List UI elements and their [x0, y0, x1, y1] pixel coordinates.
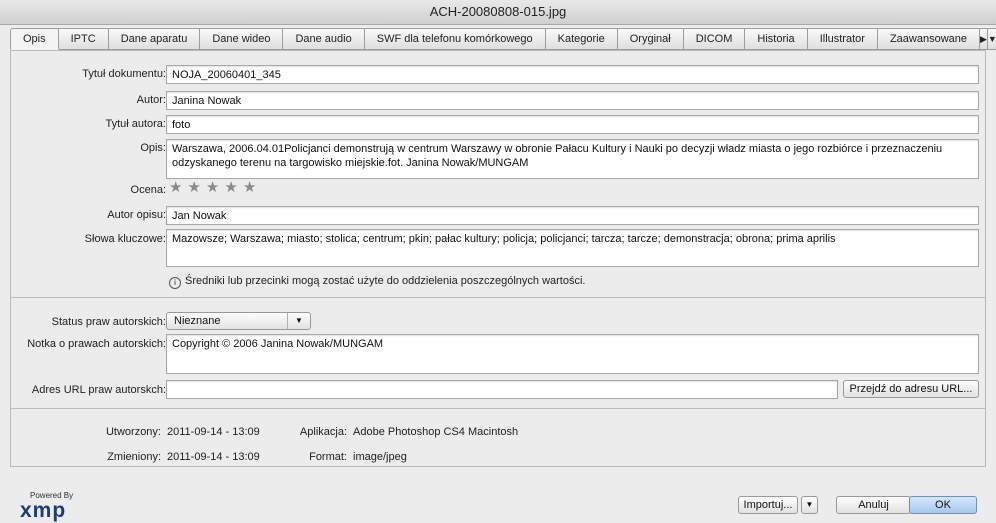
copyright-notice-label: Notka o prawach autorskich: [27, 338, 166, 350]
created-value: 2011-09-14 - 13:09 [167, 426, 260, 438]
xmp-logo: xmp [20, 499, 67, 522]
format-value: image/jpeg [353, 451, 407, 463]
tab-illustrator[interactable]: Illustrator [807, 28, 878, 50]
divider [11, 408, 985, 409]
application-label: Aplikacja: [299, 426, 347, 438]
application-value: Adobe Photoshop CS4 Macintosh [353, 426, 519, 438]
copyright-url-label: Adres URL praw autorskch: [31, 384, 166, 396]
chevron-down-icon[interactable]: ▼ [801, 496, 818, 514]
tab-zaawansowane[interactable]: Zaawansowane [877, 28, 980, 50]
star-icon[interactable]: ★ [169, 179, 187, 196]
play-right-icon[interactable]: ▶ [980, 28, 988, 50]
tab-historia[interactable]: Historia [745, 28, 808, 50]
window-title: ACH-20080808-015.jpg [0, 0, 996, 25]
tab-dicom[interactable]: DICOM [683, 28, 746, 50]
description-label: Opis: [140, 142, 166, 154]
modified-label: Zmieniony: [107, 451, 161, 463]
keywords-hint-text: Średniki lub przecinki mogą zostać użyte… [185, 275, 586, 287]
tab-iptc[interactable]: IPTC [58, 28, 109, 50]
star-icon[interactable]: ★ [206, 179, 224, 196]
tab-dane-wideo[interactable]: Dane wideo [200, 28, 284, 50]
keywords-label: Słowa kluczowe: [84, 233, 166, 245]
tab-kategorie[interactable]: Kategorie [545, 28, 618, 50]
chevron-down-icon[interactable]: ▼ [987, 28, 996, 50]
author-title-field[interactable]: foto [166, 115, 979, 134]
ok-button[interactable]: OK [909, 496, 977, 514]
file-info-dialog: ACH-20080808-015.jpg Opis IPTC Dane apar… [0, 0, 996, 523]
desc-author-label: Autor opisu: [107, 209, 166, 221]
doc-title-label: Tytuł dokumentu: [82, 68, 166, 80]
copyright-notice-field[interactable]: Copyright © 2006 Janina Nowak/MUNGAM [166, 334, 979, 374]
copyright-status-select[interactable]: Nieznane ▼ [166, 312, 311, 330]
copyright-url-field[interactable] [166, 380, 838, 399]
copyright-status-value: Nieznane [174, 315, 221, 327]
format-label: Format: [309, 451, 347, 463]
tab-dane-audio[interactable]: Dane audio [283, 28, 365, 50]
copyright-status-label: Status praw autorskich: [51, 316, 166, 328]
star-icon[interactable]: ★ [187, 179, 205, 196]
author-title-label: Tytuł autora: [105, 118, 166, 130]
tab-bar: Opis IPTC Dane aparatu Dane wideo Dane a… [10, 28, 996, 50]
star-icon[interactable]: ★ [243, 179, 261, 196]
keywords-field[interactable]: Mazowsze; Warszawa; miasto; stolica; cen… [166, 229, 979, 267]
author-label: Autor: [136, 94, 166, 106]
tab-oryginal[interactable]: Oryginał [617, 28, 684, 50]
star-icon[interactable]: ★ [224, 179, 242, 196]
description-panel: Tytuł dokumentu: NOJA_20060401_345 Autor… [10, 50, 986, 467]
rating-stars[interactable]: ★★★★★ [169, 178, 261, 196]
goto-url-button[interactable]: Przejdź do adresu URL... [843, 380, 979, 398]
description-field[interactable]: Warszawa, 2006.04.01Policjanci demonstru… [166, 139, 979, 179]
info-icon: i [169, 277, 181, 289]
modified-value: 2011-09-14 - 13:09 [167, 451, 260, 463]
chevron-down-icon: ▼ [287, 313, 310, 329]
import-button[interactable]: Importuj... [738, 496, 798, 514]
divider [11, 297, 985, 298]
dialog-footer: Powered By xmp Importuj... ▼ Anuluj OK [0, 466, 996, 523]
rating-label: Ocena: [130, 184, 166, 196]
author-field[interactable]: Janina Nowak [166, 91, 979, 110]
desc-author-field[interactable]: Jan Nowak [166, 206, 979, 225]
keywords-hint: i Średniki lub przecinki mogą zostać użyt… [169, 275, 586, 289]
tab-opis[interactable]: Opis [10, 28, 59, 50]
created-label: Utworzony: [105, 426, 161, 438]
cancel-button[interactable]: Anuluj [836, 496, 911, 514]
tab-dane-aparatu[interactable]: Dane aparatu [108, 28, 201, 50]
doc-title-field[interactable]: NOJA_20060401_345 [166, 65, 979, 84]
tab-swf-mobile[interactable]: SWF dla telefonu komórkowego [364, 28, 546, 50]
